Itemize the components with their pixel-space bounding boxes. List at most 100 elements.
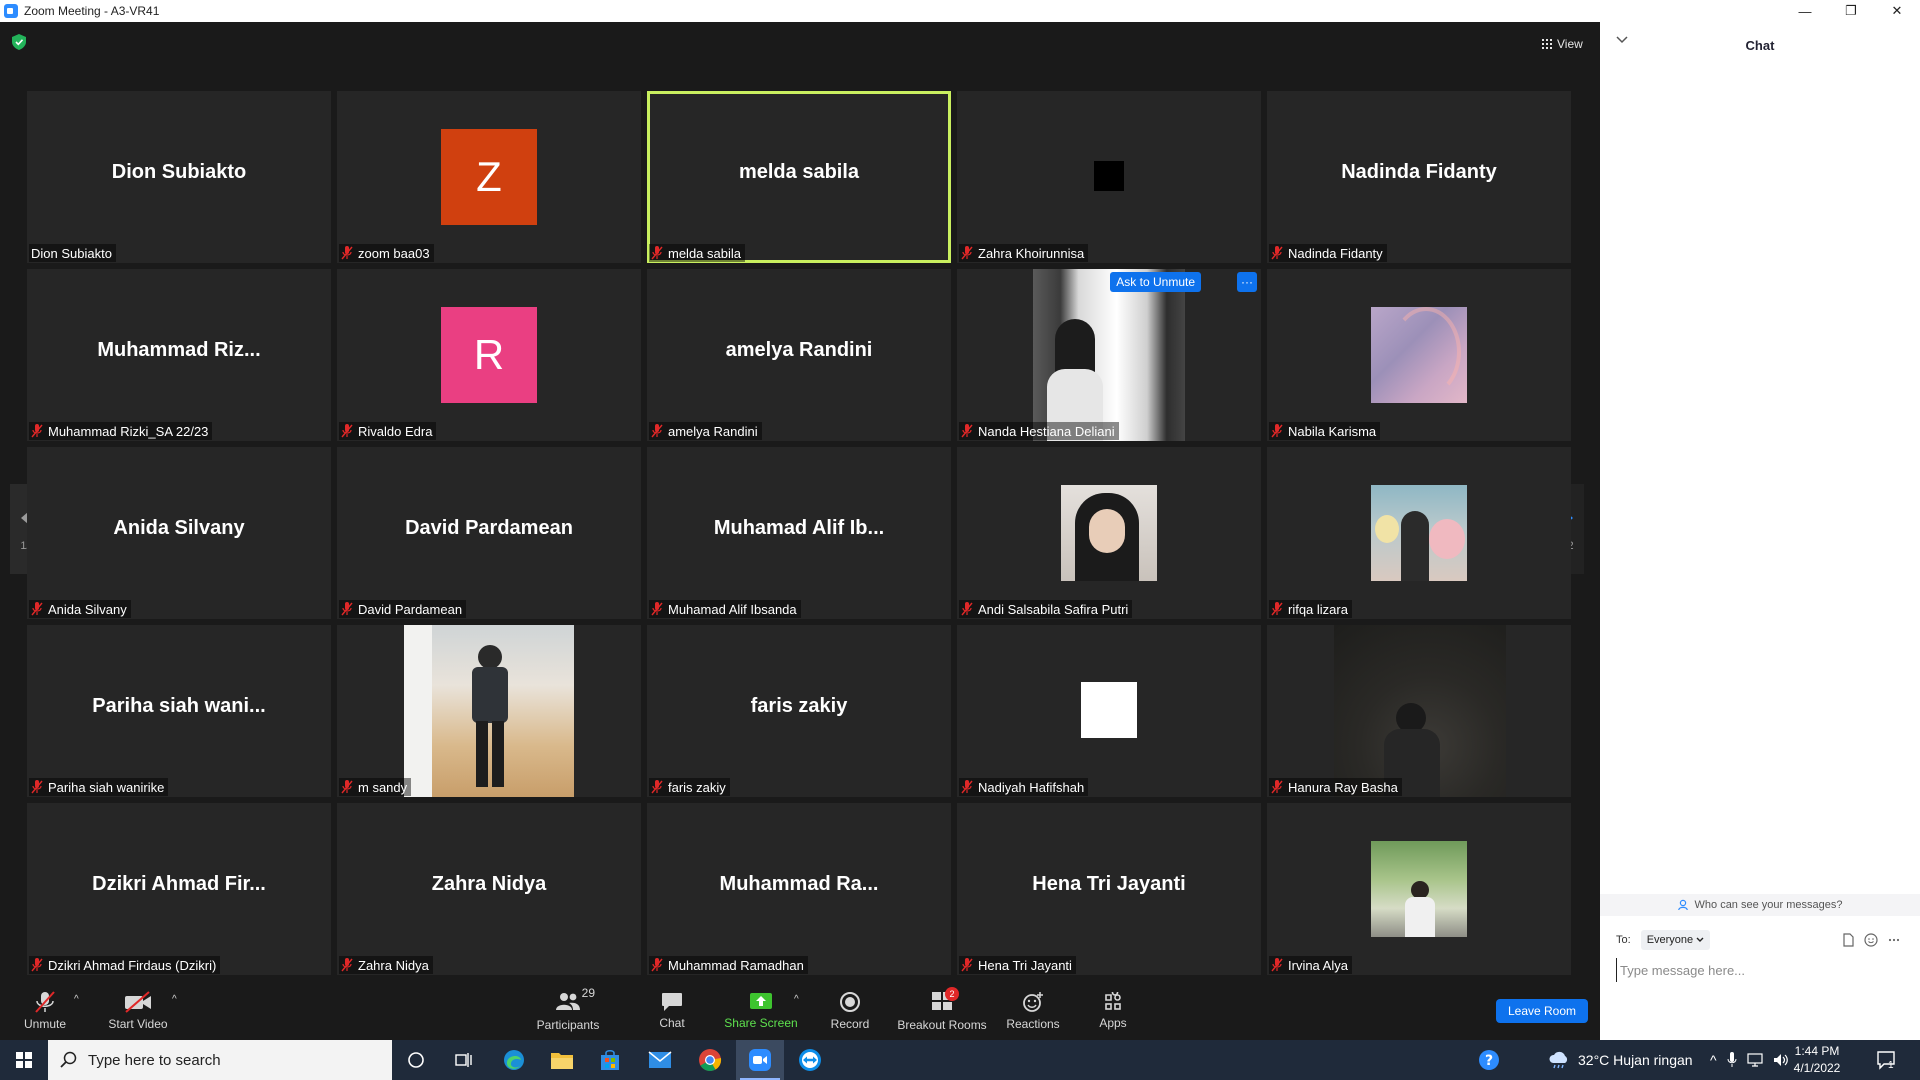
help-tray-button[interactable]: ?: [1478, 1040, 1500, 1080]
microphone-icon[interactable]: [1727, 1052, 1737, 1068]
participant-tile[interactable]: Nadiyah Hafifshah: [957, 625, 1261, 797]
participants-icon-wrap: 29: [555, 986, 595, 1014]
start-button[interactable]: [0, 1040, 48, 1080]
window-title: Zoom Meeting - A3-VR41: [24, 4, 160, 18]
participant-tile[interactable]: m sandy: [337, 625, 641, 797]
participant-tile[interactable]: Nabila Karisma: [1267, 269, 1571, 441]
record-button[interactable]: Record: [826, 982, 874, 1040]
video-off-icon: [125, 991, 151, 1013]
folder-icon: [551, 1053, 573, 1069]
share-options-chevron-icon[interactable]: ^: [794, 994, 799, 1005]
more-icon[interactable]: [1888, 933, 1900, 947]
network-icon[interactable]: [1746, 1053, 1763, 1067]
store-icon: [601, 1049, 619, 1070]
chrome-icon: [699, 1049, 722, 1071]
notification-count: 1: [1888, 1059, 1894, 1071]
reactions-button[interactable]: Reactions: [1006, 982, 1060, 1040]
participant-name: Pariha siah wanirike: [48, 779, 165, 795]
unmute-button[interactable]: Unmute: [20, 982, 70, 1040]
recipient-select[interactable]: Everyone: [1640, 930, 1711, 950]
participant-tile[interactable]: Irvina Alya: [1267, 803, 1571, 975]
participant-tile[interactable]: Zahra Nidya Zahra Nidya: [337, 803, 641, 975]
cortana-button[interactable]: [392, 1040, 440, 1080]
close-button[interactable]: ✕: [1874, 0, 1920, 22]
participant-tile[interactable]: Muhammad Ra... Muhammad Ramadhan: [647, 803, 951, 975]
participant-tile-active-speaker[interactable]: melda sabila melda sabila: [647, 91, 951, 263]
edge-app[interactable]: [490, 1040, 538, 1080]
participant-caption: melda sabila: [649, 244, 745, 262]
audio-options-chevron-icon[interactable]: ^: [74, 994, 79, 1005]
participant-caption: Muhammad Rizki_SA 22/23: [29, 422, 213, 440]
participant-caption: Rivaldo Edra: [339, 422, 437, 440]
participant-tile[interactable]: amelya Randini amelya Randini: [647, 269, 951, 441]
svg-text:?: ?: [1485, 1053, 1493, 1069]
profile-picture: [1061, 485, 1157, 581]
participant-tile[interactable]: faris zakiy faris zakiy: [647, 625, 951, 797]
participant-tile[interactable]: Hanura Ray Basha: [1267, 625, 1571, 797]
participant-caption: Zahra Nidya: [339, 956, 433, 974]
participant-name: m sandy: [358, 779, 408, 795]
chat-button[interactable]: Chat: [652, 982, 692, 1040]
view-button[interactable]: View: [1536, 34, 1589, 54]
participant-tile[interactable]: Zahra Khoirunnisa: [957, 91, 1261, 263]
mail-app[interactable]: [636, 1040, 684, 1080]
participant-tile[interactable]: Muhammad Riz... Muhammad Rizki_SA 22/23: [27, 269, 331, 441]
taskbar-clock[interactable]: 1:44 PM 4/1/2022: [1780, 1043, 1854, 1077]
restore-button[interactable]: ❐: [1828, 0, 1874, 22]
participant-tile[interactable]: Dzikri Ahmad Fir... Dzikri Ahmad Firdaus…: [27, 803, 331, 975]
weather-widget[interactable]: 32°C Hujan ringan: [1548, 1040, 1693, 1080]
participant-display-name: faris zakiy: [750, 695, 848, 717]
participant-tile[interactable]: Z zoom baa03: [337, 91, 641, 263]
participant-caption: Andi Salsabila Safira Putri: [959, 600, 1133, 618]
participant-name: rifqa lizara: [1288, 601, 1348, 617]
meeting-area: View 1/2 1/2 Dion Subiakto Dion Subiakto…: [0, 22, 1600, 982]
teamviewer-app[interactable]: [786, 1040, 834, 1080]
taskbar-search-box[interactable]: Type here to search: [48, 1040, 392, 1080]
participant-caption: Anida Silvany: [29, 600, 131, 618]
zoom-app[interactable]: [736, 1040, 784, 1080]
chrome-app[interactable]: [686, 1040, 734, 1080]
participant-tile[interactable]: Andi Salsabila Safira Putri: [957, 447, 1261, 619]
minimize-button[interactable]: —: [1782, 0, 1828, 22]
participant-name: faris zakiy: [668, 779, 726, 795]
ask-to-unmute-button[interactable]: Ask to Unmute: [1110, 272, 1201, 292]
who-can-see-messages-link[interactable]: Who can see your messages?: [1600, 894, 1920, 916]
participant-tile[interactable]: Ask to Unmute ··· Nanda Hestiana Deliani: [957, 269, 1261, 441]
apps-button[interactable]: Apps: [1096, 982, 1130, 1040]
participant-tile[interactable]: Muhamad Alif Ib... Muhamad Alif Ibsanda: [647, 447, 951, 619]
leave-room-button[interactable]: Leave Room: [1496, 999, 1588, 1023]
participant-tile[interactable]: rifqa lizara: [1267, 447, 1571, 619]
participant-caption: Irvina Alya: [1269, 956, 1352, 974]
more-options-button[interactable]: ···: [1237, 272, 1257, 292]
participant-tile[interactable]: Dion Subiakto Dion Subiakto: [27, 91, 331, 263]
participant-display-name: David Pardamean: [405, 517, 573, 539]
participants-button[interactable]: 29 Participants: [532, 982, 604, 1040]
chevron-down-icon[interactable]: [1616, 36, 1628, 44]
participant-tile[interactable]: Pariha siah wani... Pariha siah wanirike: [27, 625, 331, 797]
participant-caption: Hanura Ray Basha: [1269, 778, 1402, 796]
participant-tile[interactable]: David Pardamean David Pardamean: [337, 447, 641, 619]
participant-name: Andi Salsabila Safira Putri: [978, 601, 1129, 617]
grid-view-icon: [1542, 39, 1552, 49]
participant-tile[interactable]: Hena Tri Jayanti Hena Tri Jayanti: [957, 803, 1261, 975]
emoji-icon[interactable]: [1864, 933, 1878, 947]
notification-icon: [1877, 1051, 1895, 1070]
breakout-rooms-button[interactable]: 2 Breakout Rooms: [896, 982, 988, 1040]
file-icon[interactable]: [1842, 933, 1854, 947]
store-app[interactable]: [586, 1040, 634, 1080]
chat-message-input[interactable]: [1616, 958, 1906, 982]
participant-name: Rivaldo Edra: [358, 423, 433, 439]
participant-caption: Nabila Karisma: [1269, 422, 1381, 440]
participant-tile[interactable]: Nadinda Fidanty Nadinda Fidanty: [1267, 91, 1571, 263]
action-center-button[interactable]: 1: [1876, 1040, 1895, 1080]
show-hidden-icons-chevron-icon[interactable]: ^: [1710, 1052, 1717, 1068]
start-video-button[interactable]: Start Video: [106, 982, 170, 1040]
share-screen-button[interactable]: Share Screen: [722, 982, 800, 1040]
participant-tile[interactable]: Anida Silvany Anida Silvany: [27, 447, 331, 619]
participant-tile[interactable]: R Rivaldo Edra: [337, 269, 641, 441]
task-view-button[interactable]: [440, 1040, 488, 1080]
participant-caption: Muhamad Alif Ibsanda: [649, 600, 801, 618]
file-explorer-app[interactable]: [538, 1040, 586, 1080]
shield-icon[interactable]: [12, 34, 26, 50]
video-options-chevron-icon[interactable]: ^: [172, 994, 177, 1005]
